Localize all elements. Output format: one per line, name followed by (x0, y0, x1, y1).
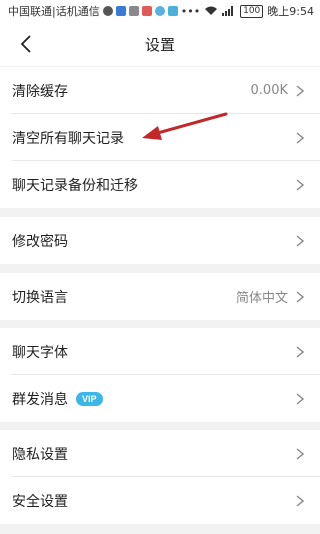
app-notification-icon (115, 6, 126, 16)
signal-icon (222, 6, 234, 16)
status-right: 100 晚上9:54 (204, 3, 314, 19)
chat-backup-label: 聊天记录备份和迁移 (12, 177, 138, 194)
more-dots-icon: ••• (180, 4, 201, 18)
chevron-right-icon (296, 447, 304, 460)
wifi-icon (205, 6, 218, 15)
clear-cache-label: 清除缓存 (12, 83, 68, 100)
app-notification-icon (167, 6, 178, 16)
switch-language-row[interactable]: 切换语言 简体中文 (0, 273, 320, 320)
clear-all-chats-label: 清空所有聊天记录 (12, 130, 124, 147)
app-notification-icon (141, 6, 152, 16)
cache-size-value: 0.00K (250, 83, 288, 98)
privacy-settings-row[interactable]: 隐私设置 (0, 430, 320, 477)
vip-badge: VIP (76, 391, 103, 406)
clear-cache-row[interactable]: 清除缓存 0.00K (0, 67, 320, 114)
chevron-right-icon (296, 178, 304, 191)
privacy-settings-label: 隐私设置 (12, 446, 68, 463)
chat-font-row[interactable]: 聊天字体 (0, 328, 320, 375)
message-icon (102, 6, 113, 16)
status-bar: 中国联通|话机通信 ••• 100 晚上9:54 (0, 0, 320, 22)
back-button[interactable] (12, 30, 40, 58)
chat-font-label: 聊天字体 (12, 344, 68, 361)
chevron-right-icon (296, 392, 304, 405)
broadcast-message-row[interactable]: 群发消息 VIP (0, 375, 320, 422)
carrier-text: 中国联通|话机通信 (8, 5, 100, 18)
chevron-right-icon (296, 494, 304, 507)
chevron-right-icon (296, 234, 304, 247)
clock: 晚上9:54 (267, 5, 314, 18)
chevron-right-icon (296, 345, 304, 358)
app-notification-icon (128, 6, 139, 16)
chevron-right-icon (296, 290, 304, 303)
clear-all-chats-row[interactable]: 清空所有聊天记录 (0, 114, 320, 161)
change-password-row[interactable]: 修改密码 (0, 217, 320, 264)
nav-bar: 设置 (0, 22, 320, 66)
status-left: 中国联通|话机通信 ••• (8, 3, 200, 19)
broadcast-message-label: 群发消息 (12, 391, 68, 408)
page-title: 设置 (144, 35, 175, 54)
chevron-right-icon (296, 131, 304, 144)
chevron-left-icon (20, 35, 31, 53)
switch-language-label: 切换语言 (12, 289, 68, 306)
change-password-label: 修改密码 (12, 233, 68, 250)
chat-backup-row[interactable]: 聊天记录备份和迁移 (0, 161, 320, 208)
battery-indicator: 100 (240, 4, 264, 18)
bird-icon (154, 6, 165, 16)
security-settings-row[interactable]: 安全设置 (0, 477, 320, 524)
chevron-right-icon (296, 84, 304, 97)
security-settings-label: 安全设置 (12, 493, 68, 510)
language-value: 简体中文 (235, 291, 288, 306)
